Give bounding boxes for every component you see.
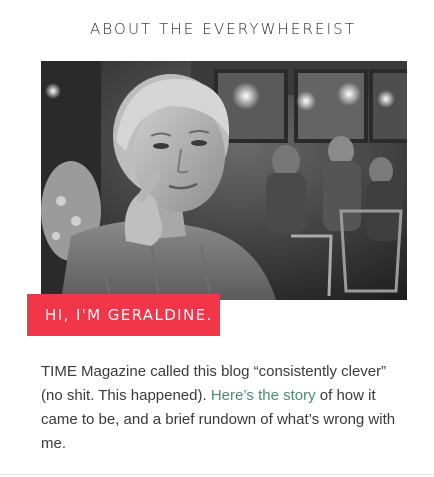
story-link[interactable]: Here’s the story xyxy=(211,387,316,404)
widget-title: ABOUT THE EVERYWHEREIST xyxy=(90,20,356,38)
name-badge: HI, I'M GERALDINE. xyxy=(27,294,220,336)
about-widget: ABOUT THE EVERYWHEREIST HI, I'M GERALDIN… xyxy=(0,0,434,477)
profile-photo xyxy=(41,61,407,300)
intro-text: TIME Magazine called this blog “consiste… xyxy=(41,360,411,456)
divider xyxy=(0,474,434,475)
